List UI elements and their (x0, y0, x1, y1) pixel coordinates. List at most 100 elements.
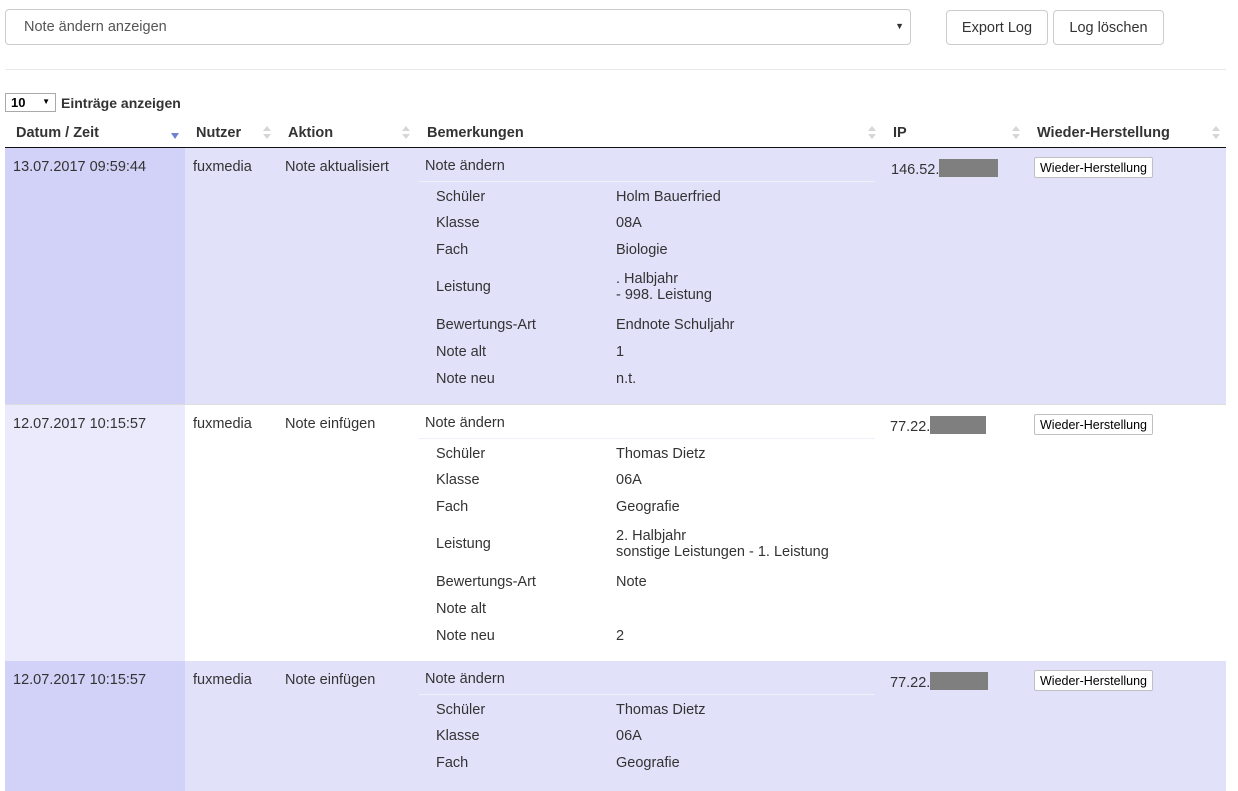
detail-row: Leistung . Halbjahr - 998. Leistung (419, 263, 875, 311)
detail-value: Geografie (616, 754, 680, 771)
date-cell (5, 148, 185, 404)
detail-value: n.t. (616, 370, 637, 387)
detail-row: Note neu 2 (419, 622, 875, 649)
entries-length-label: Einträge anzeigen (61, 94, 181, 111)
detail-value-line: - 998. Leistung (616, 287, 712, 303)
column-header-label: Nutzer (196, 125, 242, 141)
table-row: 12.07.2017 10:15:57 fuxmedia Note einfüg… (5, 661, 1226, 791)
detail-key: Bewertungs-Art (436, 573, 536, 590)
detail-value: 06A (616, 471, 642, 488)
sort-icon (1212, 126, 1220, 140)
detail-row: Note alt (419, 595, 875, 622)
detail-key: Klasse (436, 471, 480, 488)
action-value: Note einfügen (285, 672, 376, 688)
column-header-label: Bemerkungen (427, 125, 524, 141)
restore-button[interactable]: Wieder-Herstellung (1034, 670, 1153, 691)
restore-button[interactable]: Wieder-Herstellung (1034, 414, 1153, 435)
detail-row: Leistung 2. Halbjahr sonstige Leistungen -… (419, 520, 875, 568)
detail-value: . Halbjahr - 998. Leistung (616, 263, 875, 311)
detail-row: Bewertungs-Art Endnote Schuljahr (419, 311, 875, 338)
remarks-cell: Note ändern Schüler Thomas Dietz Klasse 06… (419, 661, 875, 776)
detail-value: 06A (616, 727, 642, 744)
detail-value: 2. Halbjahr sonstige Leistungen - 1. Leis… (616, 520, 875, 568)
export-log-button[interactable]: Export Log (946, 10, 1048, 45)
divider (5, 69, 1226, 70)
ip-redaction (939, 159, 999, 177)
detail-value: Endnote Schuljahr (616, 316, 735, 333)
date-cell (5, 405, 185, 661)
detail-value: Biologie (616, 241, 668, 258)
entries-length-value: 10 (11, 95, 26, 110)
detail-value-line: 2. Halbjahr (616, 528, 687, 544)
column-header-date[interactable]: Datum / Zeit (16, 119, 99, 147)
remarks-cell: Note ändern Schüler Thomas Dietz Klasse 06… (419, 405, 875, 649)
ip-prefix: 77.22. (890, 419, 931, 435)
log-filter-select[interactable]: Note ändern anzeigen ▼ (5, 9, 911, 45)
ip-redaction (930, 416, 987, 434)
remarks-cell: Note ändern Schüler Holm Bauerfried Klass… (419, 148, 875, 392)
log-table: Datum / Zeit Nutzer Aktion Bemerkungen I… (5, 119, 1226, 791)
user-value: fuxmedia (193, 159, 252, 175)
detail-value: 08A (616, 214, 642, 231)
detail-value: 1 (616, 343, 625, 360)
detail-key: Klasse (436, 214, 480, 231)
clear-log-button[interactable]: Log löschen (1053, 10, 1164, 45)
detail-key: Leistung (436, 536, 491, 552)
table-row: 13.07.2017 09:59:44 fuxmedia Note aktual… (5, 148, 1226, 404)
ip-value: 77.22. (890, 672, 989, 691)
detail-row: Bewertungs-Art Note (419, 568, 875, 595)
detail-key: Fach (436, 241, 469, 258)
table-row: 12.07.2017 10:15:57 fuxmedia Note einfüg… (5, 404, 1226, 661)
detail-value: Geografie (616, 498, 680, 515)
chevron-down-icon: ▼ (895, 21, 904, 31)
detail-key: Schüler (436, 702, 486, 718)
remark-details: Schüler Thomas Dietz Klasse 06A Fach Geogra… (419, 439, 875, 649)
column-header-user[interactable]: Nutzer (196, 119, 241, 147)
detail-row: Fach Geografie (419, 493, 875, 520)
column-header-label: Aktion (288, 125, 334, 141)
sort-icon (263, 126, 271, 140)
detail-key: Bewertungs-Art (436, 316, 536, 333)
detail-key: Note neu (436, 627, 495, 644)
column-header-action[interactable]: Aktion (288, 119, 333, 147)
detail-row: Fach Geografie (419, 749, 875, 776)
column-header-remarks[interactable]: Bemerkungen (427, 119, 524, 147)
ip-prefix: 77.22. (890, 675, 931, 691)
restore-button[interactable]: Wieder-Herstellung (1034, 157, 1153, 178)
table-header: Datum / Zeit Nutzer Aktion Bemerkungen I… (5, 119, 1226, 148)
column-header-restore[interactable]: Wieder-Herstellung (1037, 119, 1170, 147)
ip-prefix: 146.52. (891, 162, 940, 178)
column-header-ip[interactable]: IP (893, 119, 907, 147)
date-value: 12.07.2017 10:15:57 (13, 672, 147, 688)
entries-length-select[interactable]: 10 ▼ (5, 93, 56, 112)
detail-row: Note neu n.t. (419, 365, 875, 392)
detail-row: Klasse 08A (419, 209, 875, 236)
detail-key: Note alt (436, 600, 486, 617)
detail-row: Schüler Thomas Dietz (419, 439, 875, 466)
detail-key: Fach (436, 754, 469, 771)
sort-icon (1012, 126, 1020, 140)
column-header-label: IP (893, 125, 907, 141)
ip-redaction (930, 672, 989, 690)
detail-key: Schüler (436, 446, 486, 462)
column-header-label: Datum / Zeit (16, 125, 99, 141)
detail-key: Fach (436, 498, 469, 515)
detail-value: Thomas Dietz (616, 702, 706, 718)
detail-row: Schüler Holm Bauerfried (419, 182, 875, 209)
entries-length-control: 10 ▼ Einträge anzeigen (5, 93, 181, 112)
detail-row: Fach Biologie (419, 236, 875, 263)
detail-key: Schüler (436, 189, 486, 205)
detail-row: Klasse 06A (419, 722, 875, 749)
detail-key: Leistung (436, 279, 491, 295)
detail-value: 2 (616, 627, 625, 644)
remark-details: Schüler Holm Bauerfried Klasse 08A Fach Bio… (419, 182, 875, 392)
action-value: Note einfügen (285, 416, 376, 432)
detail-key: Note neu (436, 370, 495, 387)
date-value: 12.07.2017 10:15:57 (13, 416, 147, 432)
detail-key: Klasse (436, 727, 480, 744)
column-header-label: Wieder-Herstellung (1037, 125, 1170, 141)
detail-row: Schüler Thomas Dietz (419, 695, 875, 722)
remark-details: Schüler Thomas Dietz Klasse 06A Fach Geogra… (419, 695, 875, 776)
sort-icon (868, 126, 876, 140)
detail-value: Holm Bauerfried (616, 189, 721, 205)
